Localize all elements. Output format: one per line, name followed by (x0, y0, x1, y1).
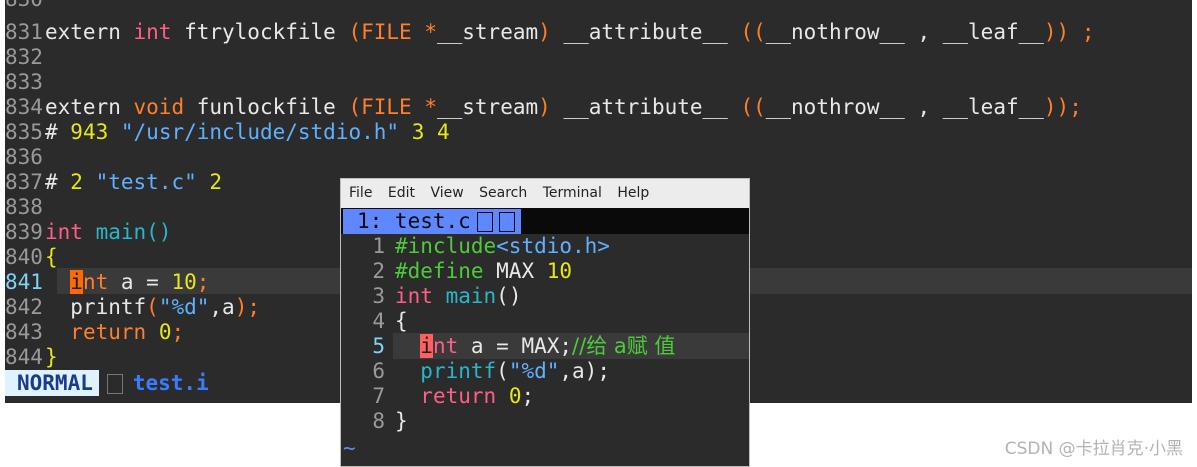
code-line: 842 printf("%d",a); (5, 295, 260, 319)
line-number: 836 (5, 145, 43, 169)
code-line: 832 (5, 45, 45, 70)
line-number: 8 (372, 409, 385, 433)
line-number: 1 (372, 234, 385, 258)
code-line: 844} (5, 345, 58, 369)
empty-line-marker: ~ (343, 436, 356, 460)
line-number: 834 (5, 95, 43, 119)
code-line-current: 5 int a = MAX;//给 a赋 值 (341, 334, 675, 359)
code-line: 1 #include<stdio.h> (341, 234, 610, 259)
line-number: 2 (372, 259, 385, 283)
unknown-glyph-icon (498, 212, 515, 232)
code-line: 840{ (5, 245, 58, 269)
line-number: 4 (372, 309, 385, 333)
text-cursor: i (70, 270, 83, 294)
line-number: 833 (5, 70, 43, 94)
line-number: 830 (5, 0, 45, 12)
line-number: 5 (372, 334, 385, 358)
code-line: 3 int main() (341, 284, 521, 309)
tab-line: 1: test.c (341, 208, 749, 234)
status-filename: test.i (132, 371, 209, 395)
unknown-glyph-icon (476, 212, 493, 232)
menu-bar: File Edit View Search Terminal Help (341, 179, 749, 208)
code-line: 8} (341, 409, 407, 434)
line-number: 838 (5, 195, 43, 219)
line-number: 837 (5, 170, 43, 194)
line-number: 831 (5, 20, 43, 44)
line-number: 832 (5, 45, 43, 69)
menu-edit[interactable]: Edit (388, 185, 415, 201)
line-number: 842 (5, 295, 43, 319)
line-number: 844 (5, 345, 43, 369)
code-line: 843 return 0; (5, 320, 185, 344)
code-line: 2 #define MAX 10 (341, 259, 572, 284)
mode-indicator: NORMAL (5, 370, 99, 396)
code-line: 834extern void funlockfile (FILE *__stre… (5, 95, 1082, 119)
code-line: 838 (5, 195, 45, 220)
text-cursor: i (420, 334, 433, 358)
line-number: 839 (5, 220, 43, 244)
menu-help[interactable]: Help (617, 185, 649, 201)
menu-search[interactable]: Search (479, 185, 527, 201)
watermark: CSDN @卡拉肖克·小黑 (1004, 439, 1183, 459)
line-number: 843 (5, 320, 43, 344)
code-line: 839int main() (5, 220, 172, 244)
unknown-glyph-icon (106, 374, 123, 394)
line-number: 6 (372, 359, 385, 383)
menu-view[interactable]: View (430, 185, 463, 201)
line-number: 841 (5, 270, 43, 294)
tab-test-c[interactable]: 1: test.c (343, 209, 521, 234)
code-line: 837# 2 "test.c" 2 (5, 170, 223, 194)
code-line: 833 (5, 70, 45, 95)
code-line: 4{ (341, 309, 407, 334)
code-line: 6 printf("%d",a); (341, 359, 610, 384)
line-number: 3 (372, 284, 385, 308)
code-line: 831extern int ftrylockfile (FILE *__stre… (5, 20, 1095, 44)
line-number: 840 (5, 245, 43, 269)
code-line: 7 return 0; (341, 384, 534, 409)
code-line: 835# 943 "/usr/include/stdio.h" 3 4 (5, 120, 450, 144)
code-line: 836 (5, 145, 45, 170)
menu-terminal[interactable]: Terminal (543, 185, 602, 201)
editor-window[interactable]: File Edit View Search Terminal Help 1: t… (340, 178, 750, 467)
line-number: 835 (5, 120, 43, 144)
tab-label: 1: test.c (357, 209, 471, 233)
code-line: 830 (5, 0, 45, 12)
line-number: 7 (372, 384, 385, 408)
menu-file[interactable]: File (349, 185, 372, 201)
code-line-current: 841 int a = 10; (5, 270, 210, 294)
